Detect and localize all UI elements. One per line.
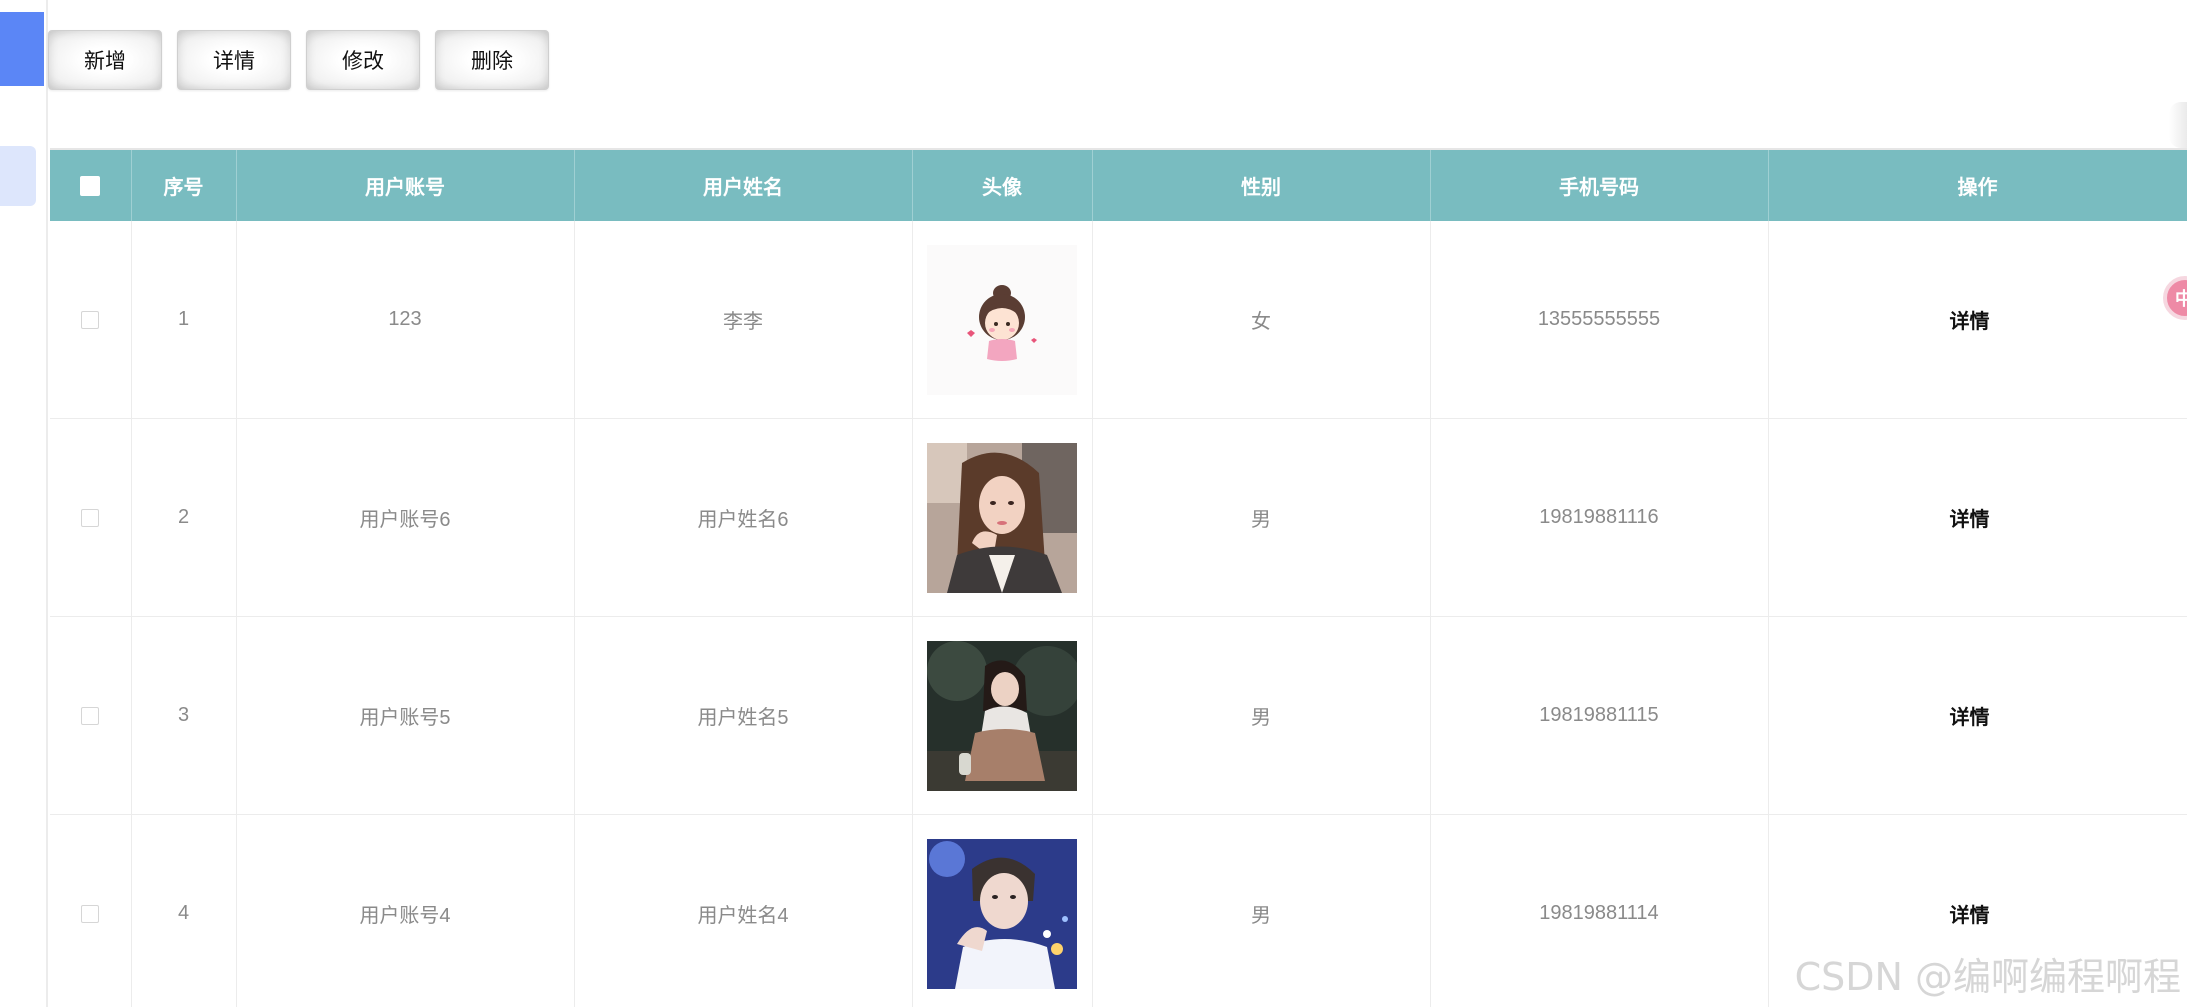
watermark: CSDN @编啊编程啊程 (1794, 955, 2181, 999)
row-gender: 女 (1092, 221, 1431, 419)
row-account: 用户账号5 (236, 616, 575, 815)
row-checkbox[interactable] (81, 508, 100, 527)
row-detail-link[interactable]: 详情 (1950, 305, 1990, 334)
user-table: 序号 用户账号 用户姓名 头像 性别 手机号码 操作 1 123 李李 女 13… (50, 150, 2187, 1007)
row-index: 2 (131, 418, 237, 617)
row-detail-link[interactable]: 详情 (1950, 701, 1990, 730)
row-detail-link[interactable]: 详情 (1950, 503, 1990, 532)
row-account: 用户账号4 (236, 814, 575, 1007)
add-button[interactable]: 新增 (48, 30, 162, 90)
table-row[interactable]: 2 用户账号6 用户姓名6 男 19819881116 详情 (50, 418, 2187, 617)
row-index: 1 (131, 221, 237, 419)
cartoon-girl-avatar[interactable] (927, 244, 1077, 395)
row-account: 123 (236, 221, 575, 419)
detail-button[interactable]: 详情 (177, 30, 291, 90)
row-checkbox[interactable] (81, 706, 100, 725)
row-name: 用户姓名6 (574, 418, 913, 617)
row-phone: 19819881114 (1430, 814, 1769, 1007)
table-header-row: 序号 用户账号 用户姓名 头像 性别 手机号码 操作 (50, 150, 2187, 221)
column-header-avatar: 头像 (912, 150, 1093, 221)
row-gender: 男 (1092, 418, 1431, 617)
sidebar-hover-item[interactable] (0, 146, 36, 206)
row-checkbox[interactable] (81, 310, 100, 329)
table-row[interactable]: 1 123 李李 女 13555555555 详情 (50, 221, 2187, 419)
row-checkbox[interactable] (81, 904, 100, 923)
woman-portrait-avatar[interactable] (927, 442, 1077, 593)
table-row[interactable]: 3 用户账号5 用户姓名5 男 19819881115 详情 (50, 616, 2187, 815)
column-header-index: 序号 (131, 150, 237, 221)
toolbar: 新增 详情 修改 删除 (48, 30, 549, 90)
column-header-name: 用户姓名 (574, 150, 913, 221)
woman-sitting-avatar[interactable] (927, 640, 1077, 791)
man-portrait-avatar[interactable] (927, 838, 1077, 989)
column-header-action: 操作 (1768, 150, 2187, 221)
scroll-shadow (2169, 102, 2187, 148)
row-name: 用户姓名4 (574, 814, 913, 1007)
row-detail-link[interactable]: 详情 (1950, 899, 1990, 928)
row-account: 用户账号6 (236, 418, 575, 617)
row-phone: 19819881115 (1430, 616, 1769, 815)
row-name: 用户姓名5 (574, 616, 913, 815)
column-header-account: 用户账号 (236, 150, 575, 221)
row-phone: 13555555555 (1430, 221, 1769, 419)
row-gender: 男 (1092, 616, 1431, 815)
row-name: 李李 (574, 221, 913, 419)
select-all-checkbox[interactable] (80, 175, 101, 196)
sidebar-active-item[interactable] (0, 12, 44, 86)
row-index: 4 (131, 814, 237, 1007)
column-header-gender: 性别 (1092, 150, 1431, 221)
column-header-phone: 手机号码 (1430, 150, 1769, 221)
delete-button[interactable]: 删除 (435, 30, 549, 90)
row-gender: 男 (1092, 814, 1431, 1007)
row-index: 3 (131, 616, 237, 815)
edit-button[interactable]: 修改 (306, 30, 420, 90)
row-phone: 19819881116 (1430, 418, 1769, 617)
select-all-cell (50, 150, 132, 221)
